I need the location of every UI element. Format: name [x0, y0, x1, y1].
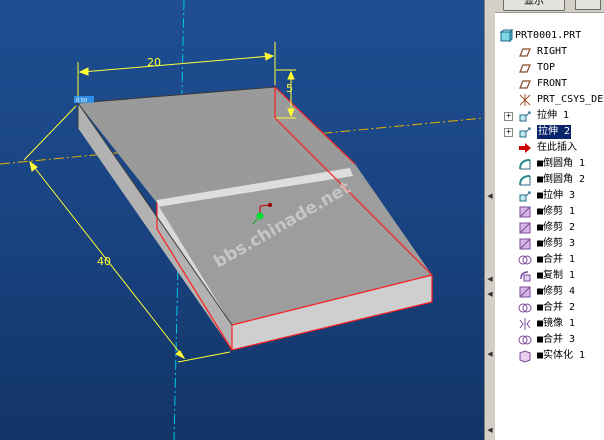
settings-dropdown[interactable]: [575, 0, 601, 10]
extrude-icon: [519, 127, 531, 138]
part-icon: [499, 29, 513, 43]
splitter-arrow-icon[interactable]: ◀: [487, 192, 493, 200]
tree-item[interactable]: ■合并 3: [495, 332, 604, 348]
trim-icon: [519, 286, 531, 298]
graphics-viewport[interactable]: 20 5 40 0.50 bbs.chinade.net: [0, 0, 484, 440]
splitter-arrow-icon[interactable]: ◀: [487, 350, 493, 358]
tree-item-label: ■复制 1: [537, 270, 576, 281]
tree-item[interactable]: ■倒圆角 1: [495, 156, 604, 172]
tree-item[interactable]: ■修剪 1: [495, 204, 604, 220]
tree-item-label: 拉伸 2: [537, 125, 572, 139]
tree-item-label: ■合并 1: [537, 254, 576, 265]
panel-toolbar: 显示: [495, 0, 604, 13]
model-canvas[interactable]: 20 5 40 0.50 bbs.chinade.net: [0, 0, 484, 440]
expand-toggle-icon[interactable]: +: [504, 112, 513, 121]
dimension-height-label[interactable]: 5: [286, 82, 293, 95]
tree-item[interactable]: ■复制 1: [495, 268, 604, 284]
tree-item[interactable]: ■修剪 3: [495, 236, 604, 252]
merge-icon: [518, 303, 532, 313]
tree-item-label: ■修剪 2: [537, 222, 576, 233]
tree-item[interactable]: ■合并 2: [495, 300, 604, 316]
merge-icon: [518, 335, 532, 345]
tree-item[interactable]: 在此插入: [495, 140, 604, 156]
tree-item-label: ■修剪 4: [537, 286, 576, 297]
tree-item-label: ■合并 3: [537, 334, 576, 345]
tree-item-label: 拉伸 1: [537, 110, 570, 121]
tree-item[interactable]: ■修剪 4: [495, 284, 604, 300]
show-button[interactable]: 显示: [503, 0, 565, 11]
splitter-arrow-icon[interactable]: ◀: [487, 426, 493, 434]
splitter-arrow-icon[interactable]: ◀: [487, 290, 493, 298]
tree-item-label: FRONT: [537, 78, 568, 89]
tree-item[interactable]: ■倒圆角 2: [495, 172, 604, 188]
tree-item-label: TOP: [537, 62, 556, 73]
dimension-length-label[interactable]: 40: [97, 255, 111, 268]
tree-item[interactable]: FRONT: [495, 76, 604, 92]
trim-icon: [519, 238, 531, 250]
tree-item[interactable]: ■合并 1: [495, 252, 604, 268]
tree-item[interactable]: + 拉伸 2: [495, 124, 604, 140]
tree-item-label: ■修剪 1: [537, 206, 576, 217]
datum-plane-icon: [519, 48, 531, 57]
round-icon: [519, 175, 531, 186]
insert-here-arrow-icon: [519, 143, 531, 153]
extrude-icon: [519, 111, 531, 122]
datum-plane-icon: [519, 64, 531, 73]
coordinate-system-icon: [519, 94, 531, 106]
model-tree-panel: 显示 PRT0001.PRT RIGHT TOP FRONT PRT_CSYS_DE +…: [495, 0, 604, 440]
splitter-arrow-icon[interactable]: ◀: [487, 275, 493, 283]
tree-item-label: ■倒圆角 2: [537, 174, 586, 185]
selection-marker-label: 0.50: [76, 98, 87, 104]
tree-item[interactable]: ■镜像 1: [495, 316, 604, 332]
dimension-width-label[interactable]: 20: [147, 56, 161, 69]
tree-item[interactable]: TOP: [495, 60, 604, 76]
tree-item-label: ■拉伸 3: [537, 190, 576, 201]
tree-root[interactable]: PRT0001.PRT: [495, 28, 604, 44]
extrude-icon: [519, 191, 531, 202]
tree-item-label: ■实体化 1: [537, 350, 586, 361]
tree-item-label: ■修剪 3: [537, 238, 576, 249]
merge-icon: [518, 255, 532, 265]
trim-icon: [519, 222, 531, 234]
tree-item[interactable]: RIGHT: [495, 44, 604, 60]
expand-toggle-icon[interactable]: +: [504, 128, 513, 137]
tree-item-label: ■倒圆角 1: [537, 158, 586, 169]
tree-item-label: RIGHT: [537, 46, 568, 57]
model-tree: PRT0001.PRT RIGHT TOP FRONT PRT_CSYS_DE + 拉伸 …: [495, 28, 604, 364]
round-icon: [519, 159, 531, 170]
tree-item[interactable]: + 拉伸 1: [495, 108, 604, 124]
tree-item-label: ■镜像 1: [537, 318, 576, 329]
tree-root-label: PRT0001.PRT: [515, 30, 582, 41]
tree-item-label: ■合并 2: [537, 302, 576, 313]
tree-item-label: 在此插入: [537, 142, 577, 153]
copy-icon: [520, 271, 531, 282]
solidify-icon: [519, 350, 531, 363]
tree-item-label: PRT_CSYS_DE: [537, 94, 604, 105]
tree-item[interactable]: ■拉伸 3: [495, 188, 604, 204]
trim-icon: [519, 206, 531, 218]
datum-plane-icon: [519, 80, 531, 89]
tree-item[interactable]: PRT_CSYS_DE: [495, 92, 604, 108]
tree-item[interactable]: ■实体化 1: [495, 348, 604, 364]
tree-item[interactable]: ■修剪 2: [495, 220, 604, 236]
mirror-icon: [519, 318, 531, 330]
